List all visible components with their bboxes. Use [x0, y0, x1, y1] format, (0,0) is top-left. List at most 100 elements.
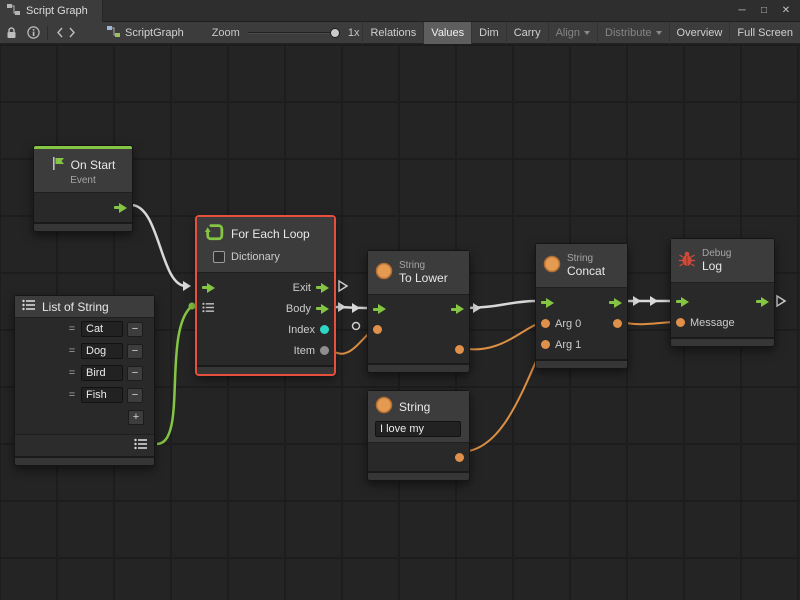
control-output-port[interactable]	[451, 304, 464, 314]
node-footer	[368, 471, 469, 480]
list-item-row: = −	[15, 362, 154, 384]
index-output-port[interactable]	[320, 325, 329, 334]
control-output-port[interactable]	[756, 297, 769, 307]
unconnected-port-marker	[353, 323, 360, 330]
arg1-label: Arg 1	[555, 339, 581, 351]
control-input-port[interactable]	[676, 297, 689, 307]
drag-handle[interactable]: =	[67, 323, 77, 335]
collection-input-port[interactable]	[202, 302, 215, 316]
info-icon[interactable]	[22, 22, 44, 44]
item-output-port[interactable]	[320, 346, 329, 355]
tab-script-graph[interactable]: Script Graph	[0, 0, 103, 22]
dim-button[interactable]: Dim	[471, 22, 506, 44]
minimize-button[interactable]: ─	[732, 2, 752, 20]
list-output-port[interactable]	[134, 438, 148, 453]
wire-item-to-tolower-input[interactable]	[330, 330, 372, 354]
zoom-slider[interactable]	[248, 27, 340, 39]
wire-arrowhead	[650, 296, 658, 306]
carry-button[interactable]: Carry	[506, 22, 548, 44]
remove-item-button[interactable]: −	[127, 322, 143, 337]
zoom-knob[interactable]	[330, 28, 340, 38]
wire-literal-to-arg1[interactable]	[460, 345, 543, 452]
node-ports: Arg 0 Arg 1	[536, 288, 627, 359]
body-port-label: Body	[286, 303, 311, 315]
node-header: List of String	[15, 296, 154, 318]
exit-port-label: Exit	[293, 282, 311, 294]
string-input-port[interactable]	[373, 325, 382, 334]
dictionary-checkbox[interactable]	[213, 251, 225, 263]
graph-icon	[7, 4, 20, 18]
control-input-port[interactable]	[202, 283, 215, 293]
node-title: On Start	[71, 158, 116, 172]
drag-handle[interactable]: =	[67, 345, 77, 357]
control-input-port[interactable]	[373, 304, 386, 314]
close-button[interactable]: ✕	[776, 2, 796, 20]
wire-onstart-to-foreach[interactable]	[131, 205, 186, 286]
result-output-port[interactable]	[455, 345, 464, 354]
trigger-output-port[interactable]	[114, 203, 127, 213]
result-output-port[interactable]	[613, 319, 622, 328]
node-ports: = − = − = − = − +	[15, 318, 154, 456]
list-icon	[22, 299, 36, 314]
wire-list-to-foreach[interactable]	[157, 306, 192, 444]
code-icon[interactable]	[51, 22, 81, 44]
arg0-input-port[interactable]	[541, 319, 550, 328]
breadcrumb-label: ScriptGraph	[125, 27, 184, 39]
node-to-lower[interactable]: String To Lower	[367, 250, 470, 373]
zoom-track	[248, 32, 340, 34]
wire-arrowhead	[183, 281, 191, 291]
remove-item-button[interactable]: −	[127, 344, 143, 359]
list-item-input[interactable]	[81, 343, 123, 359]
node-list-of-string[interactable]: List of String = − = − = − = −	[14, 295, 155, 466]
remove-item-button[interactable]: −	[127, 388, 143, 403]
remove-item-button[interactable]: −	[127, 366, 143, 381]
distribute-dropdown[interactable]: Distribute	[597, 22, 668, 44]
align-label: Align	[556, 27, 580, 39]
list-item-input[interactable]	[81, 321, 123, 337]
node-header: String Concat	[536, 244, 627, 288]
wire-arrowhead	[473, 303, 481, 313]
list-item-input[interactable]	[81, 365, 123, 381]
fullscreen-button[interactable]: Full Screen	[729, 22, 800, 44]
drag-handle[interactable]: =	[67, 367, 77, 379]
add-item-button[interactable]: +	[128, 410, 144, 425]
exit-output-port[interactable]	[316, 283, 329, 293]
zoom-control: Zoom 1x	[212, 27, 360, 39]
node-debug-log[interactable]: Debug Log Message	[670, 238, 775, 347]
breadcrumb[interactable]: ScriptGraph	[107, 26, 184, 40]
relations-button[interactable]: Relations	[362, 22, 423, 44]
lock-icon[interactable]	[0, 22, 22, 44]
string-value-input[interactable]	[375, 421, 461, 437]
list-output-row	[15, 434, 154, 456]
arg1-input-port[interactable]	[541, 340, 550, 349]
node-category: String	[567, 253, 605, 264]
value-output-port[interactable]	[455, 453, 464, 462]
node-title: Log	[702, 259, 731, 273]
overview-button[interactable]: Overview	[669, 22, 730, 44]
node-concat[interactable]: String Concat Arg 0 Arg 1	[535, 243, 628, 369]
string-icon	[543, 255, 561, 276]
index-port-label: Index	[288, 324, 315, 336]
message-label: Message	[690, 317, 735, 329]
wire-tolower-result-to-arg0[interactable]	[460, 322, 542, 349]
node-footer	[15, 456, 154, 465]
node-subtitle: Event	[70, 175, 96, 186]
control-output-port[interactable]	[609, 298, 622, 308]
list-item-input[interactable]	[81, 387, 123, 403]
values-button[interactable]: Values	[423, 22, 471, 44]
drag-handle[interactable]: =	[67, 389, 77, 401]
node-on-start[interactable]: On Start Event	[33, 145, 133, 232]
node-string-literal[interactable]: String	[367, 390, 470, 481]
align-dropdown[interactable]: Align	[548, 22, 597, 44]
node-for-each-loop[interactable]: For Each Loop Dictionary Exit Body	[196, 216, 335, 375]
message-input-port[interactable]	[676, 318, 685, 327]
node-footer	[536, 359, 627, 368]
node-category: Debug	[702, 248, 731, 259]
toolbar-buttons: Relations Values Dim Carry Align Distrib…	[362, 22, 800, 44]
window-controls: ─ □ ✕	[732, 2, 800, 20]
maximize-button[interactable]: □	[754, 2, 774, 20]
body-output-port[interactable]	[316, 304, 329, 314]
node-ports: Exit Body Index	[197, 273, 334, 365]
flag-icon	[51, 156, 65, 174]
control-input-port[interactable]	[541, 298, 554, 308]
